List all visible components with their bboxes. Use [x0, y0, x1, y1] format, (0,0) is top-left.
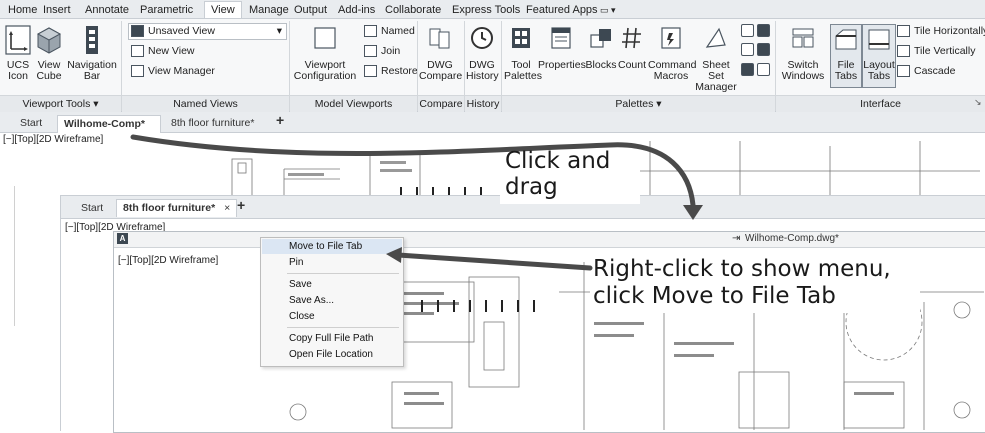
menu-arrow: [395, 252, 593, 271]
annotation-line: click Move to File Tab: [593, 283, 836, 309]
drag-arrow-head: [683, 205, 703, 220]
annotation-line: Click and: [505, 148, 611, 174]
annotation-line: drag: [505, 174, 558, 200]
annotation-right-click: Right-click to show menu, click Move to …: [593, 256, 891, 310]
annotation-click-drag: Click and drag: [505, 148, 610, 200]
annotation-line: Right-click to show menu,: [593, 256, 891, 282]
menu-arrow-head: [386, 247, 402, 263]
annotation-arrows: [130, 134, 703, 271]
